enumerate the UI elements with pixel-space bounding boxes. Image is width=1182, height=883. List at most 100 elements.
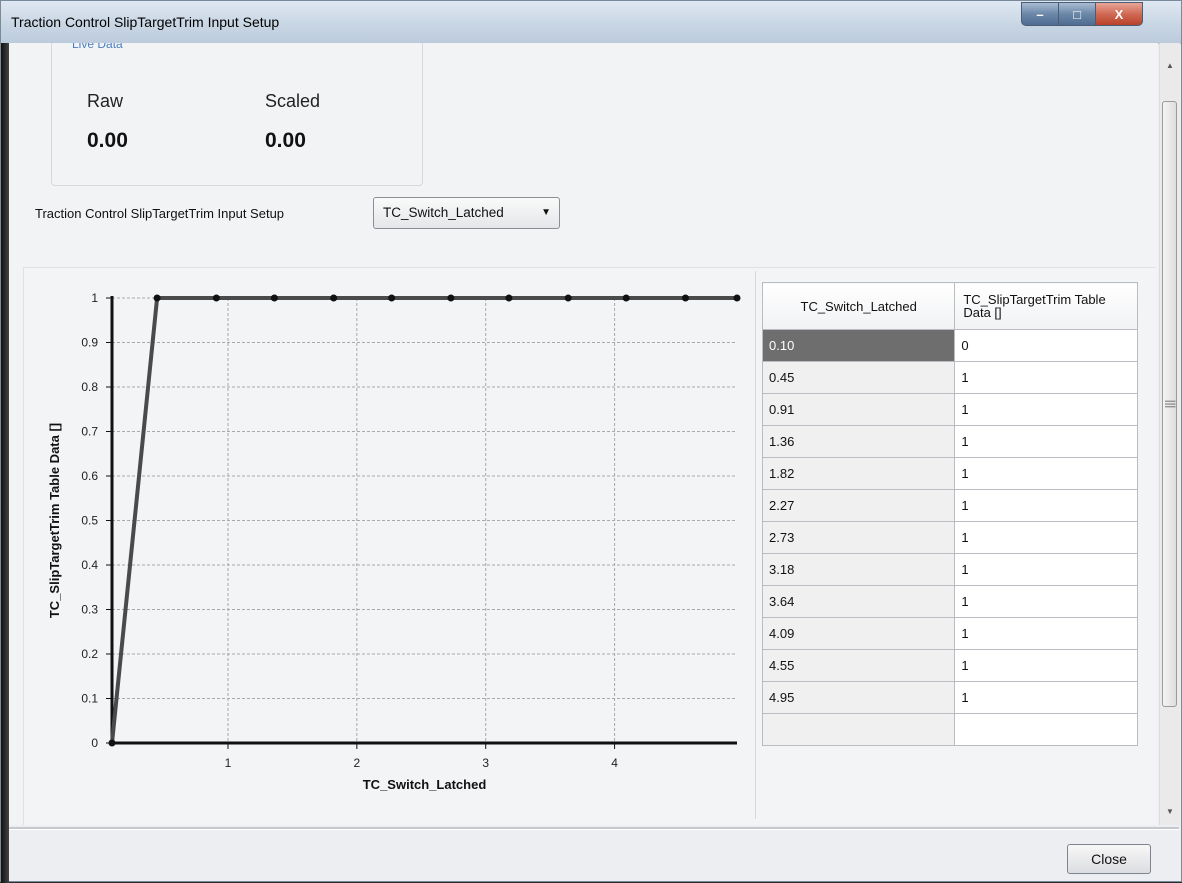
table-cell-y[interactable]: 1 (954, 393, 1138, 426)
chart-svg[interactable]: 0 0.1 0.2 0.3 0.4 0.5 0.6 0.7 0.8 0.9 1 1 2 3 4 TC_Sw… (37, 283, 741, 803)
y-tick-label: 0.9 (81, 336, 98, 350)
table-row[interactable]: 0.10 0 (761, 329, 1138, 362)
table-cell-y[interactable]: 0 (954, 329, 1138, 362)
y-tick-labels: 0 0.1 0.2 0.3 0.4 0.5 0.6 0.7 0.8 0.9 1 (81, 291, 112, 750)
table-row-empty[interactable] (761, 713, 1138, 746)
live-data-group: Live Data Raw Scaled 0.00 0.00 (51, 43, 423, 186)
close-button[interactable]: Close (1067, 844, 1151, 874)
table-row[interactable]: 3.18 1 (761, 553, 1138, 586)
table-row[interactable]: 0.91 1 (761, 393, 1138, 426)
scaled-label: Scaled (265, 91, 321, 111)
table-cell-x[interactable]: 4.09 (761, 617, 956, 650)
table-cell-x[interactable]: 3.64 (761, 585, 956, 618)
table-cell-x[interactable]: 2.73 (761, 521, 956, 554)
table-cell-x[interactable]: 1.36 (761, 425, 956, 458)
y-tick-label: 1 (91, 291, 98, 305)
data-point (564, 294, 572, 302)
raw-label: Raw (87, 91, 124, 111)
scaled-value: 0.00 (265, 129, 306, 152)
table-cell-x[interactable]: 4.95 (761, 681, 956, 714)
raw-value: 0.00 (87, 129, 128, 152)
window-border (1, 43, 9, 883)
table-row[interactable]: 1.36 1 (761, 425, 1138, 458)
data-point (447, 294, 455, 302)
y-tick-label: 0.3 (81, 603, 98, 617)
data-point (388, 294, 396, 302)
maximize-icon: □ (1073, 6, 1081, 22)
table-cell-y[interactable]: 1 (954, 361, 1138, 394)
chart-axes (110, 296, 737, 745)
table-cell-y[interactable]: 1 (954, 649, 1138, 682)
x-axis-label: TC_Switch_Latched (363, 777, 487, 792)
table-cell-y[interactable]: 1 (954, 425, 1138, 458)
x-tick-label: 1 (225, 756, 232, 770)
x-tick-label: 2 (354, 756, 361, 770)
y-tick-label: 0.5 (81, 514, 98, 528)
x-tick-labels: 1 2 3 4 (225, 743, 618, 770)
scroll-down-icon[interactable]: ▼ (1160, 803, 1180, 821)
table-row[interactable]: 4.09 1 (761, 617, 1138, 650)
table-cell-x[interactable]: 4.55 (761, 649, 956, 682)
vertical-scrollbar[interactable]: ▲ ||| ▼ (1159, 43, 1180, 825)
table-cell-y[interactable]: 1 (954, 617, 1138, 650)
live-data-legend: Live Data (72, 43, 123, 51)
dialog-window: Traction Control SlipTargetTrim Input Se… (0, 0, 1182, 883)
content-area: Live Data Raw Scaled 0.00 0.00 Traction … (9, 43, 1158, 825)
table-header-row: TC_Switch_Latched TC_SlipTargetTrim Tabl… (761, 282, 1138, 330)
table-row[interactable]: 2.73 1 (761, 521, 1138, 554)
table-cell-y[interactable]: 1 (954, 681, 1138, 714)
data-point (270, 294, 278, 302)
y-tick-label: 0.8 (81, 380, 98, 394)
maximize-button[interactable]: □ (1058, 2, 1096, 26)
table-row[interactable]: 4.95 1 (761, 681, 1138, 714)
table-row[interactable]: 3.64 1 (761, 585, 1138, 618)
panel-splitter[interactable] (755, 271, 756, 819)
minimize-button[interactable]: – (1021, 2, 1059, 26)
footer-divider (9, 827, 1179, 830)
column-header-x[interactable]: TC_Switch_Latched (761, 282, 956, 330)
x-tick-label: 4 (611, 756, 618, 770)
data-table: TC_Switch_Latched TC_SlipTargetTrim Tabl… (761, 282, 1138, 746)
scroll-up-icon[interactable]: ▲ (1160, 57, 1180, 75)
input-select-dropdown[interactable]: TC_Switch_Latched ▼ (373, 197, 560, 229)
table-row[interactable]: 4.55 1 (761, 649, 1138, 682)
table-cell-x[interactable]: 1.82 (761, 457, 956, 490)
window-title: Traction Control SlipTargetTrim Input Se… (11, 14, 280, 30)
table-cell-empty[interactable] (761, 713, 956, 746)
chevron-down-icon: ▼ (541, 207, 551, 218)
table-container: TC_Switch_Latched TC_SlipTargetTrim Tabl… (761, 282, 1138, 746)
table-row[interactable]: 0.45 1 (761, 361, 1138, 394)
y-tick-label: 0.7 (81, 425, 98, 439)
window-close-button[interactable]: X (1095, 2, 1143, 26)
y-tick-label: 0.2 (81, 647, 98, 661)
table-cell-empty[interactable] (954, 713, 1138, 746)
input-select-value: TC_Switch_Latched (383, 205, 504, 220)
y-tick-label: 0.4 (81, 558, 98, 572)
grip-icon: ||| (1164, 399, 1177, 409)
table-cell-y[interactable]: 1 (954, 521, 1138, 554)
table-cell-x[interactable]: 0.10 (761, 329, 956, 362)
minimize-icon: – (1036, 6, 1044, 22)
x-tick-label: 3 (482, 756, 489, 770)
data-point (108, 739, 116, 747)
column-header-y[interactable]: TC_SlipTargetTrim Table Data [] (954, 282, 1138, 330)
data-point (153, 294, 161, 302)
title-bar[interactable]: Traction Control SlipTargetTrim Input Se… (1, 1, 1181, 44)
table-cell-x[interactable]: 2.27 (761, 489, 956, 522)
data-point (505, 294, 513, 302)
table-row[interactable]: 2.27 1 (761, 489, 1138, 522)
table-cell-x[interactable]: 3.18 (761, 553, 956, 586)
table-cell-x[interactable]: 0.45 (761, 361, 956, 394)
scrollbar-thumb[interactable]: ||| (1162, 101, 1177, 707)
table-body: 0.10 0 0.45 1 0.91 1 1.36 1 1.82 1 2.27 1 2.73 1 3.18 1… (761, 329, 1138, 746)
table-cell-x[interactable]: 0.91 (761, 393, 956, 426)
table-cell-y[interactable]: 1 (954, 553, 1138, 586)
chart-grid (112, 297, 737, 744)
table-row[interactable]: 1.82 1 (761, 457, 1138, 490)
table-cell-y[interactable]: 1 (954, 489, 1138, 522)
table-cell-y[interactable]: 1 (954, 457, 1138, 490)
y-tick-label: 0 (91, 736, 98, 750)
data-point (733, 294, 741, 302)
y-tick-label: 0.1 (81, 692, 98, 706)
table-cell-y[interactable]: 1 (954, 585, 1138, 618)
